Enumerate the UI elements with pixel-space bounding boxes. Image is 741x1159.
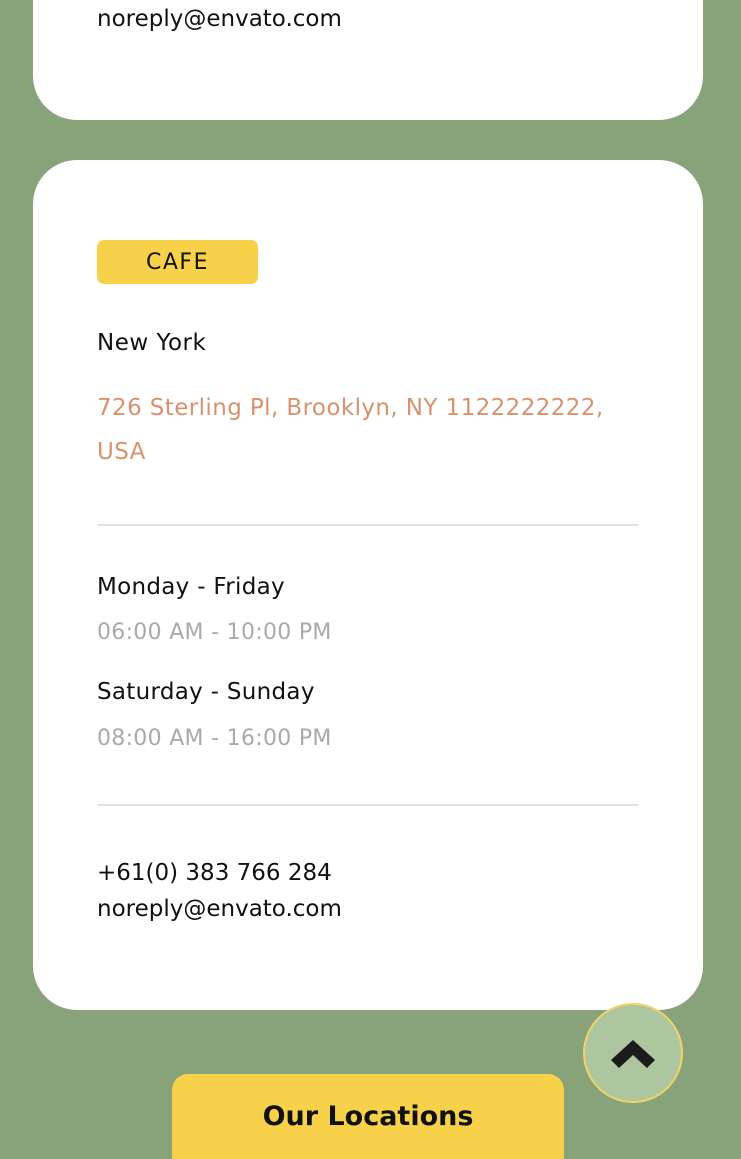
our-locations-button[interactable]: Our Locations	[172, 1074, 564, 1159]
contact-email[interactable]: noreply@envato.com	[97, 6, 342, 32]
category-badge: CAFE	[97, 240, 258, 284]
scroll-to-top-button[interactable]	[583, 1003, 683, 1103]
location-address[interactable]: 726 Sterling Pl, Brooklyn, NY 1122222222…	[97, 386, 642, 474]
weekend-hours-time: 08:00 AM - 16:00 PM	[97, 726, 332, 751]
weekday-hours-label: Monday - Friday	[97, 574, 285, 600]
weekday-hours-time: 06:00 AM - 10:00 PM	[97, 620, 332, 645]
location-city: New York	[97, 330, 207, 356]
location-phone[interactable]: +61(0) 383 766 284	[97, 860, 332, 886]
section-divider	[97, 524, 639, 526]
chevron-up-icon	[611, 1040, 655, 1068]
location-email[interactable]: noreply@envato.com	[97, 896, 342, 922]
contact-card-previous: noreply@envato.com	[33, 0, 703, 120]
section-divider	[97, 804, 639, 806]
weekend-hours-label: Saturday - Sunday	[97, 679, 315, 705]
location-card: CAFE New York 726 Sterling Pl, Brooklyn,…	[33, 160, 703, 1010]
